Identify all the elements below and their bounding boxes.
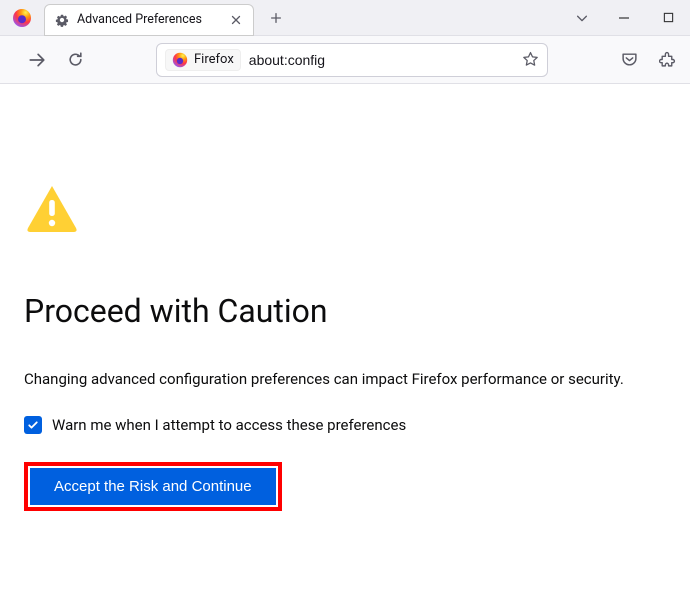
warn-checkbox-row: Warn me when I attempt to access these p… (24, 416, 666, 434)
page-description: Changing advanced configuration preferen… (24, 370, 666, 388)
puzzle-icon (659, 51, 676, 68)
site-identity[interactable]: Firefox (165, 49, 241, 71)
reload-icon (67, 51, 84, 68)
pocket-button[interactable] (612, 43, 646, 77)
extensions-button[interactable] (650, 43, 684, 77)
url-input[interactable] (249, 52, 514, 68)
titlebar: Advanced Preferences (0, 0, 690, 36)
minimize-icon (618, 12, 630, 24)
gear-icon (55, 13, 69, 27)
window-minimize-button[interactable] (602, 4, 646, 32)
app-icon (0, 0, 44, 36)
check-icon (27, 419, 39, 431)
chevron-down-icon (575, 11, 589, 25)
tab-title: Advanced Preferences (77, 12, 221, 27)
close-icon[interactable] (229, 13, 243, 27)
nav-toolbar: Firefox (0, 36, 690, 84)
browser-tab[interactable]: Advanced Preferences (44, 4, 254, 36)
page-content: Proceed with Caution Changing advanced c… (0, 84, 690, 511)
identity-label: Firefox (194, 52, 234, 67)
accept-risk-button[interactable]: Accept the Risk and Continue (30, 468, 276, 505)
new-tab-button[interactable] (262, 4, 290, 32)
page-title: Proceed with Caution (24, 292, 666, 330)
bookmark-star-icon[interactable] (522, 51, 539, 68)
firefox-logo-icon (12, 8, 32, 28)
url-bar[interactable]: Firefox (156, 43, 548, 77)
plus-icon (269, 11, 283, 25)
warn-checkbox-label: Warn me when I attempt to access these p… (52, 416, 406, 434)
pocket-icon (621, 51, 638, 68)
all-tabs-button[interactable] (562, 11, 602, 25)
accept-button-highlight: Accept the Risk and Continue (24, 462, 282, 511)
firefox-logo-icon (172, 52, 188, 68)
arrow-right-icon (28, 51, 46, 69)
warn-checkbox[interactable] (24, 416, 42, 434)
window-maximize-button[interactable] (646, 4, 690, 32)
warning-icon (26, 184, 666, 236)
maximize-icon (663, 12, 674, 23)
reload-button[interactable] (58, 43, 92, 77)
forward-button[interactable] (20, 43, 54, 77)
